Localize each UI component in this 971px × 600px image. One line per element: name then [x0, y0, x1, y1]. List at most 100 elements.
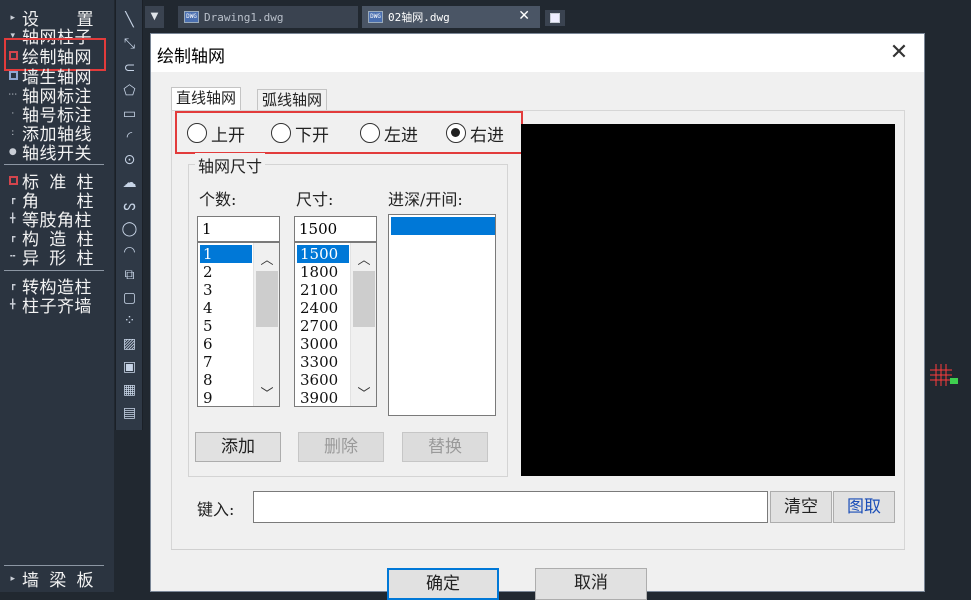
scroll-down-icon[interactable]: ﹀: [254, 383, 279, 402]
menu-wall-beam-slab[interactable]: ▸ 墙梁板: [4, 569, 94, 591]
selected-row[interactable]: [391, 217, 495, 235]
list-item[interactable]: 1800: [297, 263, 349, 281]
radio-left-depth[interactable]: 左进: [360, 122, 418, 146]
tab-label: 02轴网.dwg: [388, 11, 450, 24]
menu-align-column[interactable]: ╋ 柱子齐墙: [4, 295, 92, 317]
document-tab-bar: ▼ DWG Drawing1.dwg DWG 02轴网.dwg ✕: [145, 0, 971, 33]
ellipse-arc-icon[interactable]: ◠: [121, 244, 138, 261]
char: 异: [22, 249, 40, 269]
scroll-up-icon[interactable]: ︿: [351, 249, 376, 268]
scroll-up-icon[interactable]: ︿: [254, 249, 279, 268]
add-button[interactable]: 添加: [195, 432, 281, 462]
radio-right-depth[interactable]: 右进: [446, 122, 504, 146]
list-item[interactable]: 3: [200, 281, 252, 299]
list-item[interactable]: 5: [200, 317, 252, 335]
tab-02-grid[interactable]: DWG 02轴网.dwg ✕: [362, 6, 540, 28]
menu-irregular-column[interactable]: ╍ 异形柱: [4, 247, 94, 269]
draw-toolbar: ╲ ⤡ ⊂ ⬠ ▭ ◜ ⊙ ☁ ᔕ ◯ ◠ ⧉ ▢ ⁘ ▨ ▣ ▦ ▤: [115, 0, 143, 430]
bulb-icon: ●: [8, 146, 18, 157]
size-listbox[interactable]: 1500 1800 2100 2400 2700 3000 3300 3600 …: [294, 242, 377, 407]
ok-button[interactable]: 确定: [387, 568, 499, 600]
construction-line-icon[interactable]: ⤡: [121, 36, 138, 53]
list-item[interactable]: 9: [200, 389, 252, 406]
structural-column-icon: ┏: [10, 232, 16, 243]
ellipse-icon[interactable]: ◯: [121, 221, 138, 238]
delete-button[interactable]: 删除: [298, 432, 384, 462]
angle-column-icon: ╋: [10, 213, 16, 224]
list-item[interactable]: 1: [200, 245, 252, 263]
arc-polyline-icon[interactable]: ⊂: [121, 60, 138, 77]
list-item[interactable]: 2: [200, 263, 252, 281]
tab-arc-grid[interactable]: 弧线轴网: [257, 89, 328, 111]
list-item[interactable]: 3600: [297, 371, 349, 389]
menu-axis-switch[interactable]: ● 轴线开关: [4, 142, 92, 164]
new-tab-button[interactable]: [545, 10, 565, 26]
divider: [4, 164, 104, 165]
scroll-thumb[interactable]: [353, 271, 375, 327]
tab-label: Drawing1.dwg: [204, 10, 284, 24]
scroll-thumb[interactable]: [256, 271, 278, 327]
char: 形: [49, 249, 67, 269]
list-item[interactable]: 4: [200, 299, 252, 317]
make-block-icon[interactable]: ▢: [121, 290, 138, 307]
radio-circle: [271, 123, 291, 143]
hatch-icon[interactable]: ▨: [121, 336, 138, 353]
list-item[interactable]: 3300: [297, 353, 349, 371]
close-tab-icon[interactable]: ✕: [518, 8, 530, 24]
list-item[interactable]: 3900: [297, 389, 349, 406]
list-item[interactable]: 3000: [297, 335, 349, 353]
depth-bay-listbox[interactable]: [388, 214, 496, 416]
list-item[interactable]: 6: [200, 335, 252, 353]
spline-icon[interactable]: ᔕ: [121, 198, 138, 215]
list-item[interactable]: 8: [200, 371, 252, 389]
char: 墙: [22, 571, 40, 591]
list-item[interactable]: 2100: [297, 281, 349, 299]
list-item[interactable]: 7: [200, 353, 252, 371]
scroll-down-icon[interactable]: ﹀: [351, 383, 376, 402]
insert-block-icon[interactable]: ⧉: [121, 267, 138, 284]
revision-cloud-icon[interactable]: ☁: [121, 175, 138, 192]
line-icon[interactable]: ╲: [121, 12, 138, 29]
axis-number-icon: ·: [11, 108, 15, 119]
radio-label: 右进: [470, 125, 504, 146]
close-icon[interactable]: ✕: [888, 42, 910, 64]
tab-straight-grid[interactable]: 直线轴网: [171, 87, 242, 111]
cancel-button[interactable]: 取消: [535, 568, 647, 600]
size-input[interactable]: 1500: [294, 216, 377, 242]
table-icon[interactable]: ▦: [121, 382, 138, 399]
clear-button[interactable]: 清空: [770, 491, 832, 523]
tab-list-dropdown[interactable]: ▼: [145, 6, 164, 28]
polygon-icon[interactable]: ⬠: [121, 83, 138, 100]
grid-axis-marker: [930, 364, 958, 386]
radio-label: 上开: [211, 125, 245, 146]
irregular-column-icon: ╍: [10, 251, 16, 262]
scrollbar[interactable]: ︿ ﹀: [253, 243, 279, 406]
radio-lower-open[interactable]: 下开: [271, 122, 329, 146]
expand-arrow-icon: ▸: [10, 573, 16, 584]
mtext-icon[interactable]: ▤: [121, 405, 138, 422]
list-item[interactable]: 1500: [297, 245, 349, 263]
list-item[interactable]: 2700: [297, 317, 349, 335]
count-listbox[interactable]: 1 2 3 4 5 6 7 8 9 ︿ ﹀: [197, 242, 280, 407]
column-icon: [4, 174, 22, 188]
count-input[interactable]: 1: [197, 216, 280, 242]
point-icon[interactable]: ⁘: [121, 313, 138, 330]
tab-drawing1[interactable]: DWG Drawing1.dwg: [178, 6, 358, 28]
depth-label: 进深/开间:: [388, 190, 463, 209]
pick-button[interactable]: 图取: [833, 491, 895, 523]
menu-item-label: 轴线开关: [22, 144, 92, 164]
scrollbar[interactable]: ︿ ﹀: [350, 243, 376, 406]
dwg-file-icon: DWG: [368, 11, 383, 23]
key-in-input[interactable]: [253, 491, 768, 523]
replace-button[interactable]: 替换: [402, 432, 488, 462]
list-item[interactable]: 2400: [297, 299, 349, 317]
dwg-file-icon: DWG: [184, 11, 199, 23]
circle-icon[interactable]: ⊙: [121, 152, 138, 169]
drawing-canvas[interactable]: [925, 33, 971, 592]
radio-upper-open[interactable]: 上开: [187, 122, 245, 146]
arc-icon[interactable]: ◜: [121, 129, 138, 146]
char: 梁: [49, 571, 67, 591]
rectangle-icon[interactable]: ▭: [121, 106, 138, 123]
gradient-icon[interactable]: ▣: [121, 359, 138, 376]
radio-circle-checked: [446, 123, 466, 143]
